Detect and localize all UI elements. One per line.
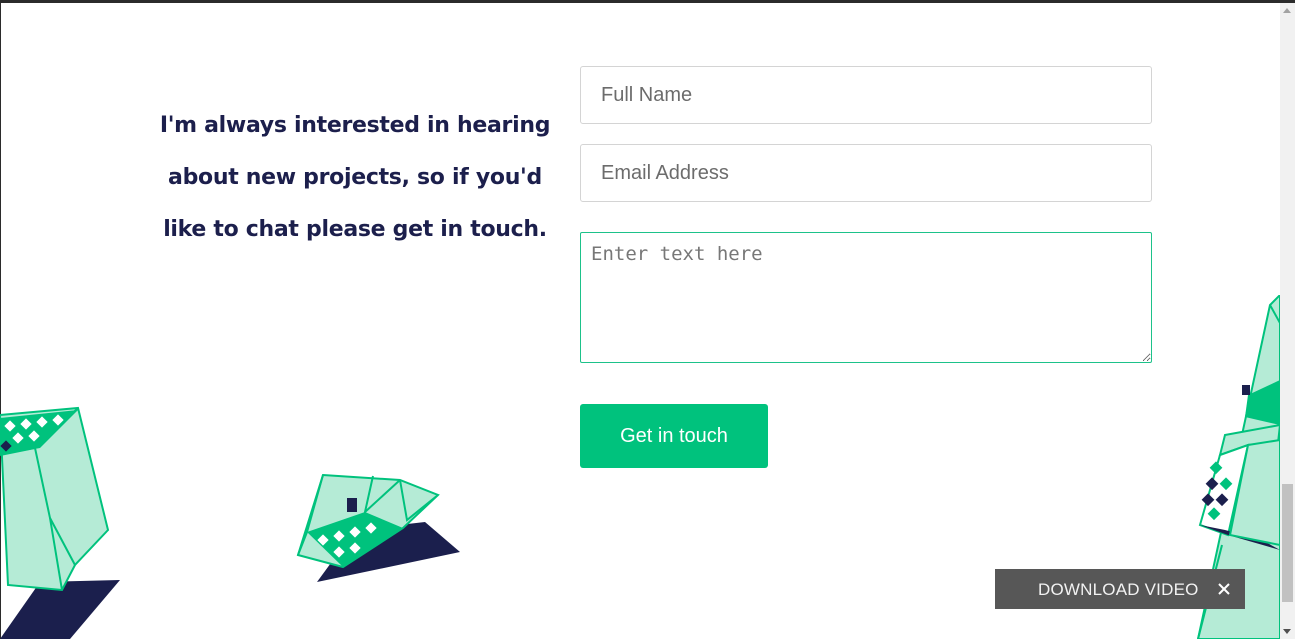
middle-cube-illustration [296,473,460,582]
download-video-bar[interactable]: DOWNLOAD VIDEO [995,569,1245,609]
vertical-scrollbar[interactable] [1280,3,1295,639]
scroll-down-arrow-icon[interactable] [1283,629,1291,634]
full-name-input[interactable] [580,66,1152,124]
window-top-border [0,0,1295,3]
message-textarea[interactable] [580,232,1152,363]
intro-line-3: like to chat please get in touch. [163,217,547,242]
intro-line-2: about new projects, so if you'd [168,165,542,190]
get-in-touch-button[interactable]: Get in touch [580,404,768,468]
left-cube-illustration [0,406,120,639]
scrollbar-thumb[interactable] [1282,484,1293,602]
close-icon[interactable] [1209,573,1239,605]
scroll-up-arrow-icon[interactable] [1283,8,1291,13]
email-address-input[interactable] [580,144,1152,202]
download-video-label[interactable]: DOWNLOAD VIDEO [1038,580,1199,600]
intro-line-1: I'm always interested in hearing [159,113,551,138]
contact-intro-text: I'm always interested in hearing about n… [155,100,555,256]
